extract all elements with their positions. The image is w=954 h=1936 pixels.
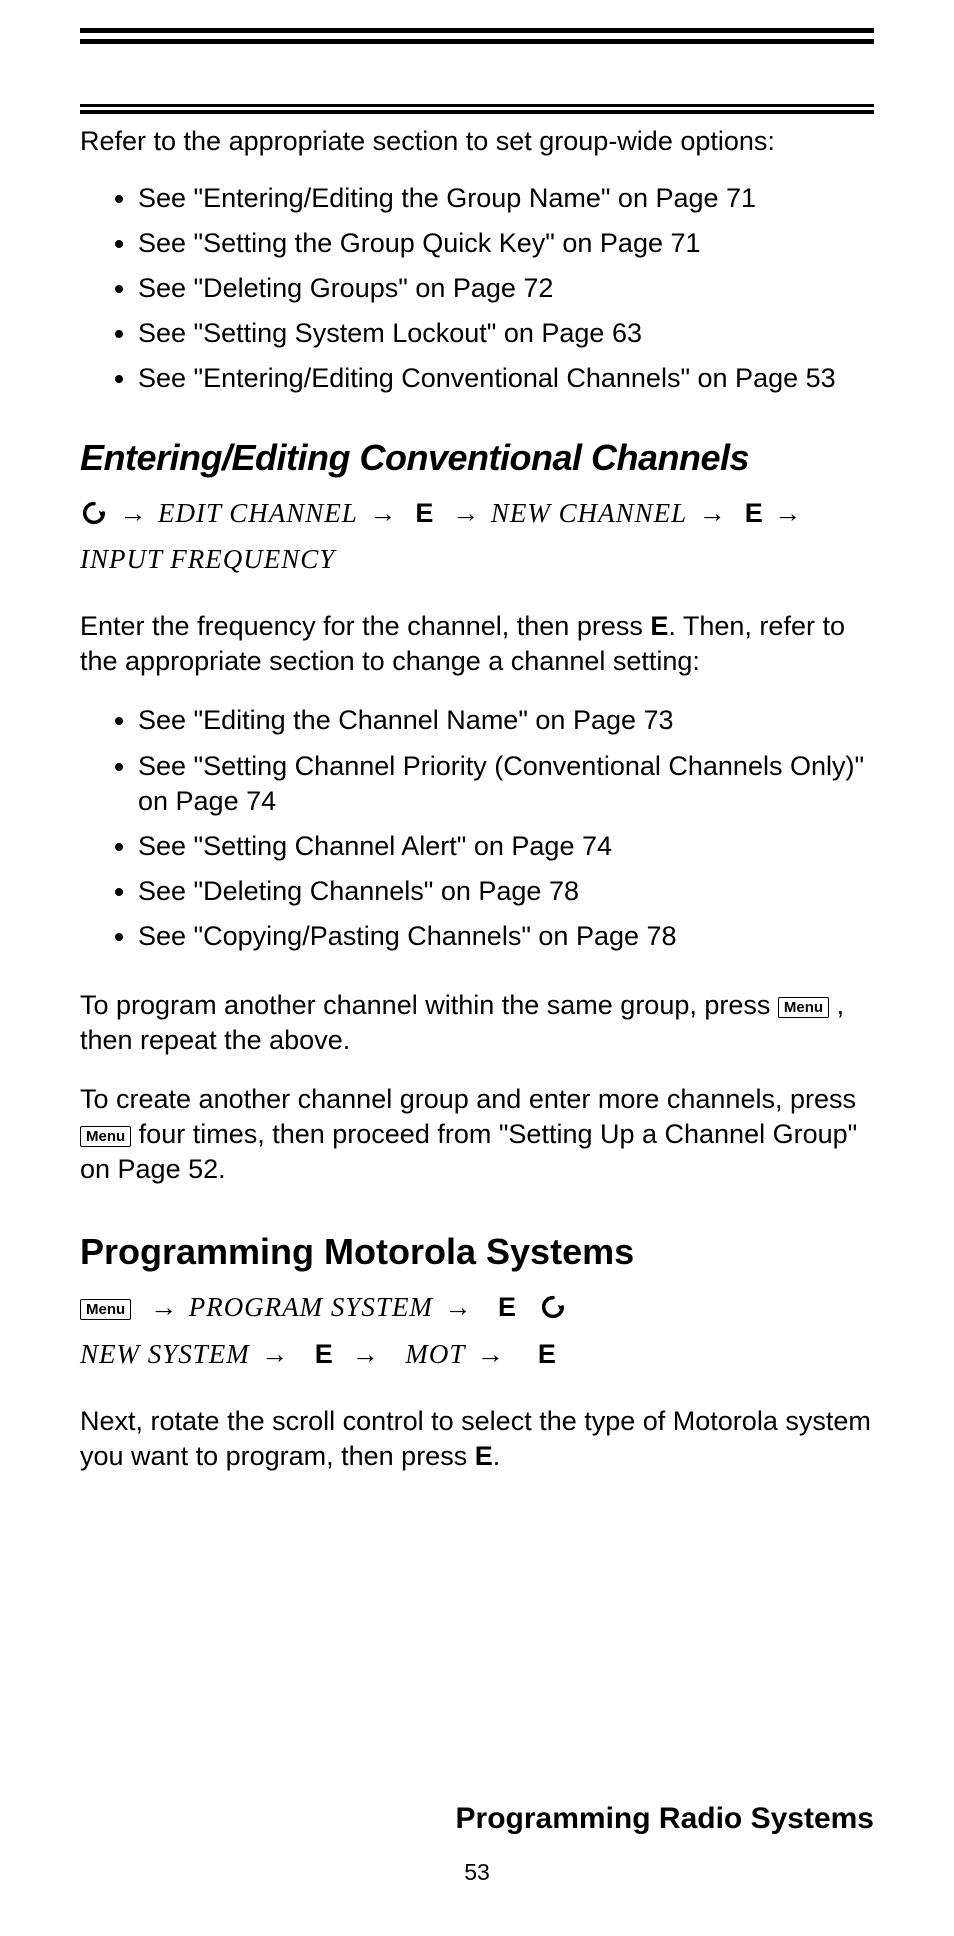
footer-section-title: Programming Radio Systems: [456, 1802, 874, 1836]
e-key: E: [315, 1339, 333, 1369]
body-paragraph: Next, rotate the scroll control to selec…: [80, 1404, 874, 1474]
list-item: See "Deleting Channels" on Page 78: [138, 874, 874, 909]
path-step: PROGRAM SYSTEM: [189, 1292, 433, 1322]
arrow-icon: →: [770, 498, 805, 528]
body-paragraph: To create another channel group and ente…: [80, 1082, 874, 1187]
e-key: E: [498, 1292, 516, 1322]
nav-path-1: → EDIT CHANNEL → E → NEW CHANNEL → E → I…: [80, 493, 874, 582]
scroll-icon: [539, 1292, 567, 1334]
text: To program another channel within the sa…: [80, 990, 778, 1020]
list-item: See "Entering/Editing Conventional Chann…: [138, 361, 874, 396]
menu-key-badge: Menu: [80, 1299, 131, 1320]
list-item: See "Copying/Pasting Channels" on Page 7…: [138, 919, 874, 954]
path-step: NEW CHANNEL: [491, 498, 687, 528]
list-item: See "Deleting Groups" on Page 72: [138, 271, 874, 306]
arrow-icon: →: [257, 1339, 292, 1369]
e-key: E: [650, 611, 668, 641]
scroll-icon: [80, 498, 108, 540]
text: Enter the frequency for the channel, the…: [80, 611, 650, 641]
text: four times, then proceed from "Setting U…: [80, 1119, 857, 1184]
e-key: E: [538, 1339, 556, 1369]
menu-key-badge: Menu: [80, 1126, 131, 1147]
list-item: See "Setting Channel Alert" on Page 74: [138, 829, 874, 864]
list-item: See "Entering/Editing the Group Name" on…: [138, 181, 874, 216]
page-number: 53: [0, 1859, 954, 1886]
path-step: MOT: [405, 1339, 465, 1369]
arrow-icon: →: [440, 1292, 475, 1322]
arrow-icon: →: [448, 498, 483, 528]
list-item: See "Setting System Lockout" on Page 63: [138, 316, 874, 351]
e-key: E: [475, 1441, 493, 1471]
menu-key-badge: Menu: [778, 997, 829, 1018]
intro-paragraph-1: Refer to the appropriate section to set …: [80, 124, 874, 159]
body-double-rule: [80, 104, 874, 114]
e-key: E: [415, 498, 433, 528]
path-step: EDIT CHANNEL: [158, 498, 358, 528]
heading-programming-motorola-systems: Programming Motorola Systems: [80, 1231, 874, 1273]
path-step: NEW SYSTEM: [80, 1339, 250, 1369]
list-item: See "Setting Channel Priority (Conventio…: [138, 749, 874, 819]
reference-list-2: See "Editing the Channel Name" on Page 7…: [80, 703, 874, 954]
list-item: See "Setting the Group Quick Key" on Pag…: [138, 226, 874, 261]
list-item: See "Editing the Channel Name" on Page 7…: [138, 703, 874, 738]
path-step: INPUT FREQUENCY: [80, 544, 335, 574]
arrow-icon: →: [365, 498, 400, 528]
arrow-icon: →: [348, 1339, 383, 1369]
arrow-icon: →: [473, 1339, 508, 1369]
body-paragraph: Enter the frequency for the channel, the…: [80, 609, 874, 679]
heading-entering-editing-conventional-channels: Entering/Editing Conventional Channels: [80, 437, 874, 479]
body-paragraph: To program another channel within the sa…: [80, 988, 874, 1058]
nav-path-2: Menu → PROGRAM SYSTEM → E NEW SYSTEM → E…: [80, 1287, 874, 1376]
arrow-icon: →: [116, 498, 151, 528]
reference-list-1: See "Entering/Editing the Group Name" on…: [80, 181, 874, 396]
e-key: E: [745, 498, 763, 528]
top-double-rule: [80, 28, 874, 44]
arrow-icon: →: [695, 498, 730, 528]
text: .: [493, 1441, 501, 1471]
arrow-icon: →: [146, 1292, 181, 1322]
text: To create another channel group and ente…: [80, 1084, 856, 1114]
